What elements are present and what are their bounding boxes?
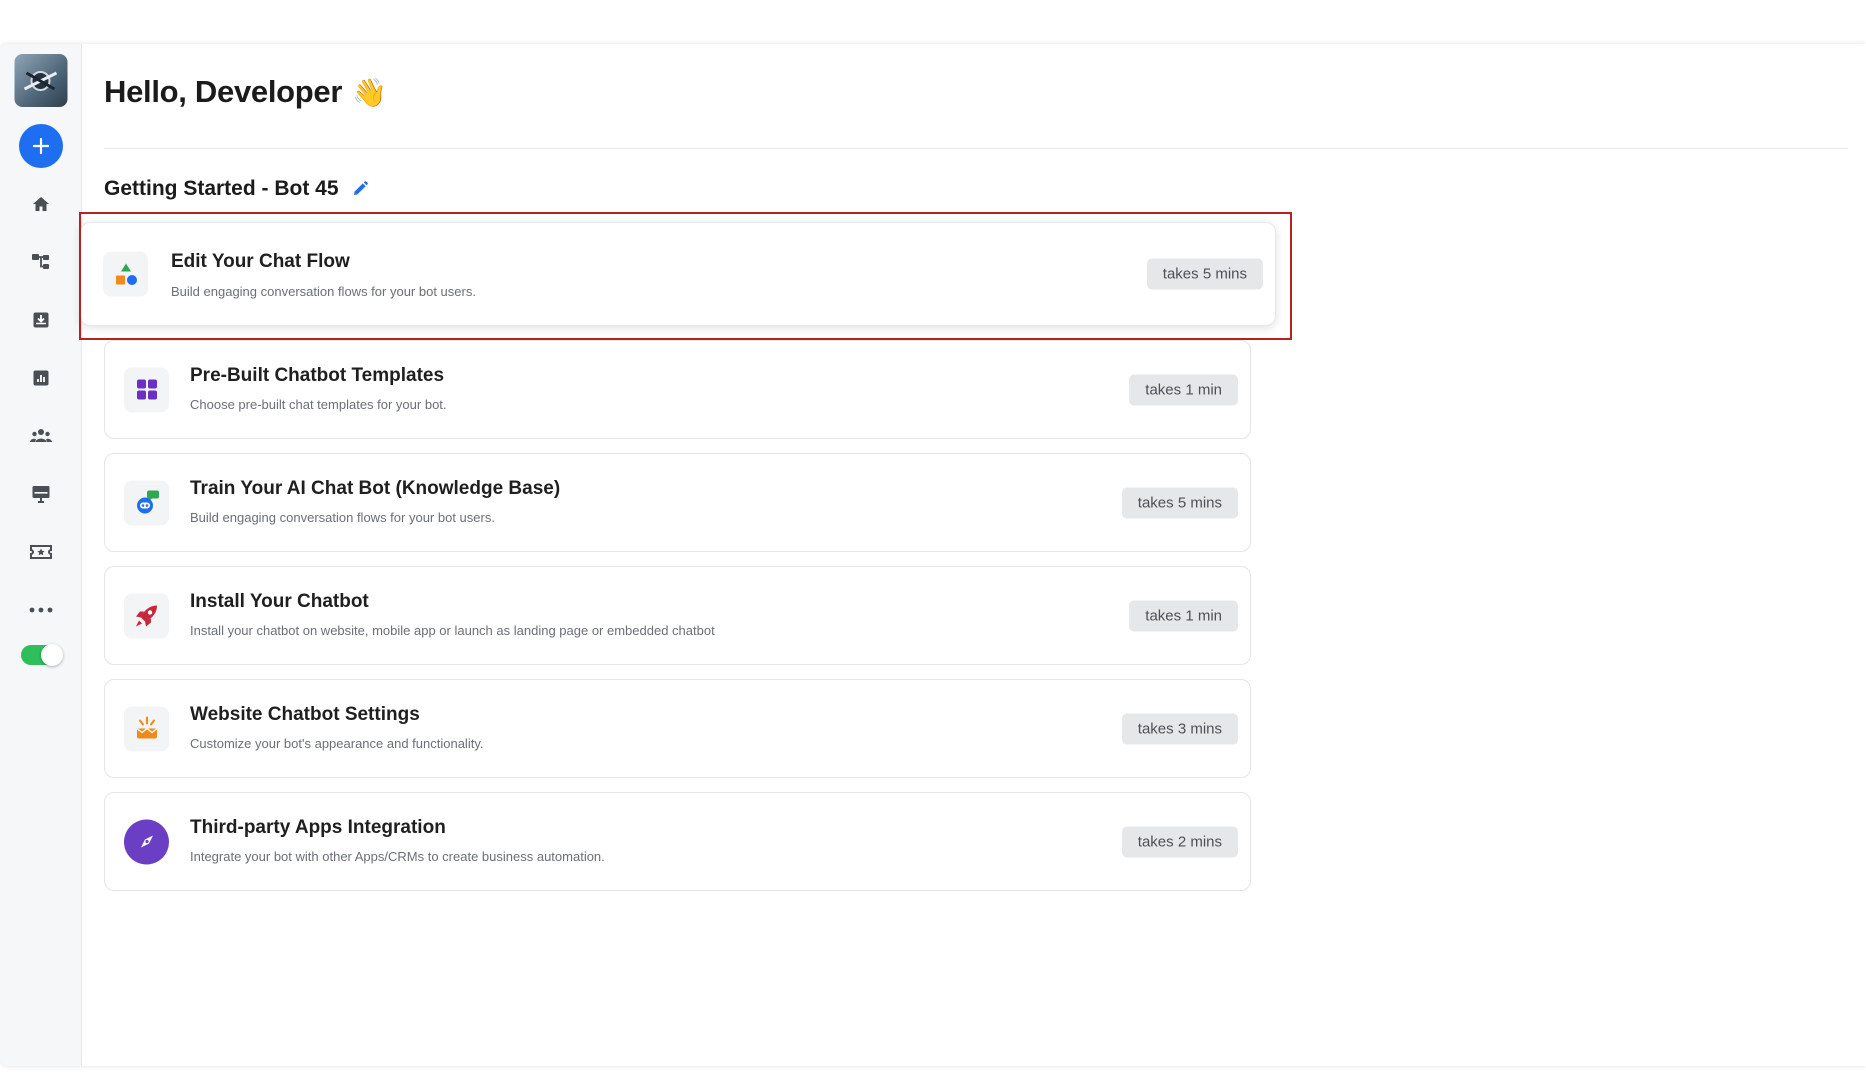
card-title: Edit Your Chat Flow [171, 251, 350, 272]
card-train-ai-bot[interactable]: Train Your AI Chat Bot (Knowledge Base) … [104, 453, 1251, 552]
nav-home[interactable] [27, 190, 55, 218]
card-third-party-integration[interactable]: Third-party Apps Integration Integrate y… [104, 792, 1251, 891]
status-toggle[interactable] [20, 644, 63, 666]
time-badge: takes 1 min [1129, 600, 1238, 631]
bot-chat-icon [136, 490, 159, 514]
add-bot-button[interactable] [18, 124, 63, 168]
compass-icon [140, 835, 153, 848]
greeting-text: Hello, Developer [104, 74, 343, 109]
card-website-settings[interactable]: Website Chatbot Settings Customize your … [104, 679, 1251, 778]
time-badge: takes 2 mins [1121, 826, 1238, 857]
card-description: Customize your bot's appearance and func… [190, 736, 484, 751]
app-window: Hello, Developer 👋 Getting Started - Bot… [0, 44, 1866, 1066]
card-title: Third-party Apps Integration [190, 817, 446, 838]
time-badge: takes 3 mins [1121, 713, 1238, 744]
nav-tickets[interactable] [27, 538, 55, 566]
flow-icon [31, 254, 49, 269]
card-icon-box [103, 251, 148, 297]
home-icon [32, 197, 49, 211]
card-title: Pre-Built Chatbot Templates [190, 365, 445, 386]
nav-desktop[interactable] [27, 480, 55, 508]
card-edit-chat-flow[interactable]: Edit Your Chat Flow Build engaging conve… [80, 222, 1276, 326]
bot-settings-icon [136, 716, 157, 739]
card-icon-box [124, 819, 169, 864]
plus-icon [32, 137, 49, 155]
sidebar [0, 44, 82, 1066]
card-description: Build engaging conversation flows for yo… [171, 284, 476, 299]
card-title: Install Your Chatbot [190, 591, 369, 612]
nav-analytics[interactable] [27, 364, 55, 392]
card-title: Train Your AI Chat Bot (Knowledge Base) [190, 478, 561, 499]
card-description: Build engaging conversation flows for yo… [190, 510, 495, 525]
card-templates[interactable]: Pre-Built Chatbot Templates Choose pre-b… [104, 340, 1251, 439]
bot-avatar[interactable] [14, 54, 67, 107]
users-icon [29, 429, 52, 442]
card-icon-box [124, 593, 169, 638]
nav-inbox[interactable] [27, 306, 55, 334]
bot-avatar-icon [23, 70, 58, 91]
shapes-icon [115, 263, 137, 285]
rocket-icon [135, 605, 157, 627]
card-icon-box [124, 706, 169, 751]
wave-emoji: 👋 [352, 76, 387, 108]
analytics-icon [33, 370, 48, 386]
time-badge: takes 5 mins [1146, 258, 1263, 290]
nav-contacts[interactable] [27, 422, 55, 450]
grid-icon [136, 379, 157, 400]
card-description: Install your chatbot on website, mobile … [190, 623, 715, 638]
time-badge: takes 5 mins [1121, 487, 1238, 518]
monitor-icon [32, 486, 49, 503]
nav-flows[interactable] [27, 248, 55, 276]
card-title: Website Chatbot Settings [190, 704, 420, 725]
card-icon-box [124, 367, 169, 412]
pencil-edit-icon[interactable] [351, 180, 369, 198]
more-horizontal-icon [29, 607, 52, 613]
header-divider [104, 148, 1848, 149]
time-badge: takes 1 min [1129, 374, 1238, 405]
page-title: Hello, Developer 👋 [104, 74, 387, 110]
card-description: Integrate your bot with other Apps/CRMs … [190, 849, 605, 864]
toggle-knob [40, 644, 63, 666]
section-title-text: Getting Started - Bot 45 [104, 177, 339, 200]
ticket-icon [29, 545, 52, 559]
card-install-chatbot[interactable]: Install Your Chatbot Install your chatbo… [104, 566, 1251, 665]
section-title: Getting Started - Bot 45 [104, 177, 369, 201]
card-description: Choose pre-built chat templates for your… [190, 397, 447, 412]
inbox-icon [33, 312, 48, 328]
nav-more[interactable] [27, 596, 55, 624]
card-icon-box [124, 480, 169, 525]
